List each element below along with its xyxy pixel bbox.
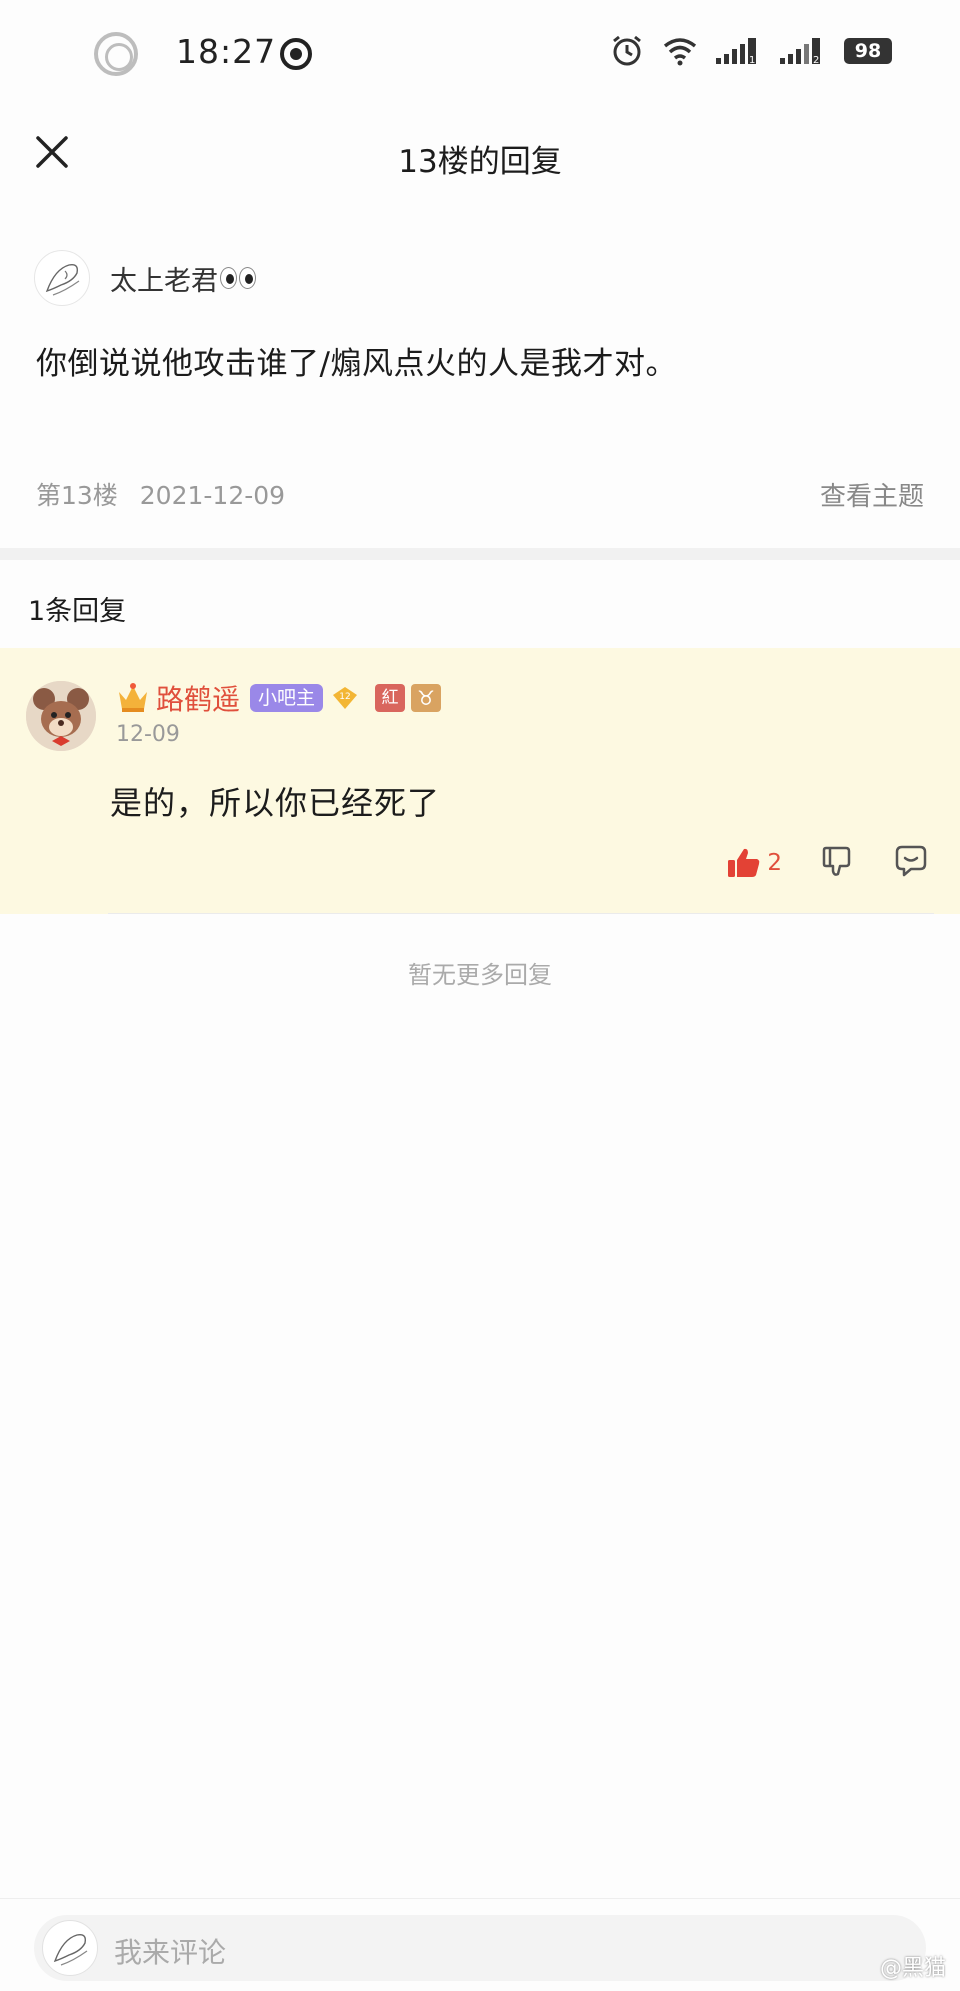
sketch-avatar-icon (45, 263, 80, 296)
reply-item: 路鹤遥 小吧主 12 紅 ♉ 12-09 是的，所以你已经死了 2 (0, 648, 960, 914)
signal-1-icon: 1 (716, 38, 756, 66)
taurus-zodiac-icon: ♉ (411, 684, 442, 712)
thumbs-up-icon (728, 848, 760, 877)
status-icons: 1 2 98 (610, 34, 892, 68)
post-author-avatar[interactable] (34, 250, 90, 306)
comment-button[interactable] (894, 844, 928, 882)
section-divider (0, 548, 960, 560)
my-avatar (42, 1920, 98, 1976)
red-badge: 紅 (375, 684, 406, 712)
svg-text:2: 2 (813, 55, 819, 66)
post-floor: 第13楼 (36, 481, 118, 510)
reply-divider (108, 913, 934, 914)
post-meta: 第13楼 2021-12-09 (36, 476, 285, 512)
svg-text:1: 1 (749, 55, 755, 66)
reply-author-name[interactable]: 路鹤遥 (156, 678, 240, 718)
header-bar: 13楼的回复 (0, 108, 960, 204)
status-ring-icon (94, 32, 138, 76)
battery-indicator: 98 (844, 38, 892, 64)
reply-count-heading: 1条回复 (28, 596, 127, 627)
signal-2-icon: 2 (780, 38, 820, 66)
wifi-icon (663, 38, 697, 66)
comment-placeholder[interactable]: 我来评论 (114, 1931, 226, 1971)
reply-text: 是的，所以你已经死了 (110, 784, 441, 822)
thumbs-down-icon (822, 846, 851, 876)
crown-icon (119, 683, 147, 712)
post-author-name[interactable]: 太上老君 (110, 259, 218, 298)
like-count: 2 (767, 850, 782, 876)
sketch-avatar-icon (53, 1933, 88, 1966)
reply-author-avatar[interactable] (26, 681, 96, 751)
reply-date: 12-09 (116, 722, 180, 747)
reply-detail-page: 18:27 1 2 98 13楼的回复 太上老君 你倒说说他攻击谁了/煽风点火的… (0, 0, 960, 1991)
eyes-emoji-icon (220, 267, 256, 289)
reply-actions: 2 (727, 844, 928, 882)
alarm-icon (613, 35, 641, 66)
status-bar: 18:27 1 2 98 (0, 0, 960, 105)
no-more-replies-text: 暂无更多回复 (408, 961, 552, 989)
svg-text:12: 12 (339, 692, 350, 702)
like-button[interactable]: 2 (727, 847, 782, 879)
comment-input[interactable]: 我来评论 (34, 1915, 926, 1981)
page-title: 13楼的回复 (398, 144, 562, 180)
post-date: 2021-12-09 (139, 481, 286, 510)
level-diamond-icon: 12 (333, 687, 358, 709)
reply-header: 路鹤遥 小吧主 12 紅 ♉ (116, 678, 442, 718)
moderator-badge: 小吧主 (250, 684, 324, 712)
post-body: 你倒说说他攻击谁了/煽风点火的人是我才对。 (36, 346, 677, 382)
view-topic-link[interactable]: 查看主题 (820, 476, 924, 513)
bottom-divider (0, 1898, 960, 1899)
comment-bubble-icon (895, 845, 927, 877)
post-author[interactable]: 太上老君 (34, 250, 256, 306)
cartoon-mouse-avatar-icon (26, 681, 96, 751)
watermark: @黑猫 (879, 1956, 946, 1981)
status-time: 18:27 (176, 32, 277, 71)
record-icon (280, 38, 312, 70)
dislike-button[interactable] (820, 844, 854, 882)
